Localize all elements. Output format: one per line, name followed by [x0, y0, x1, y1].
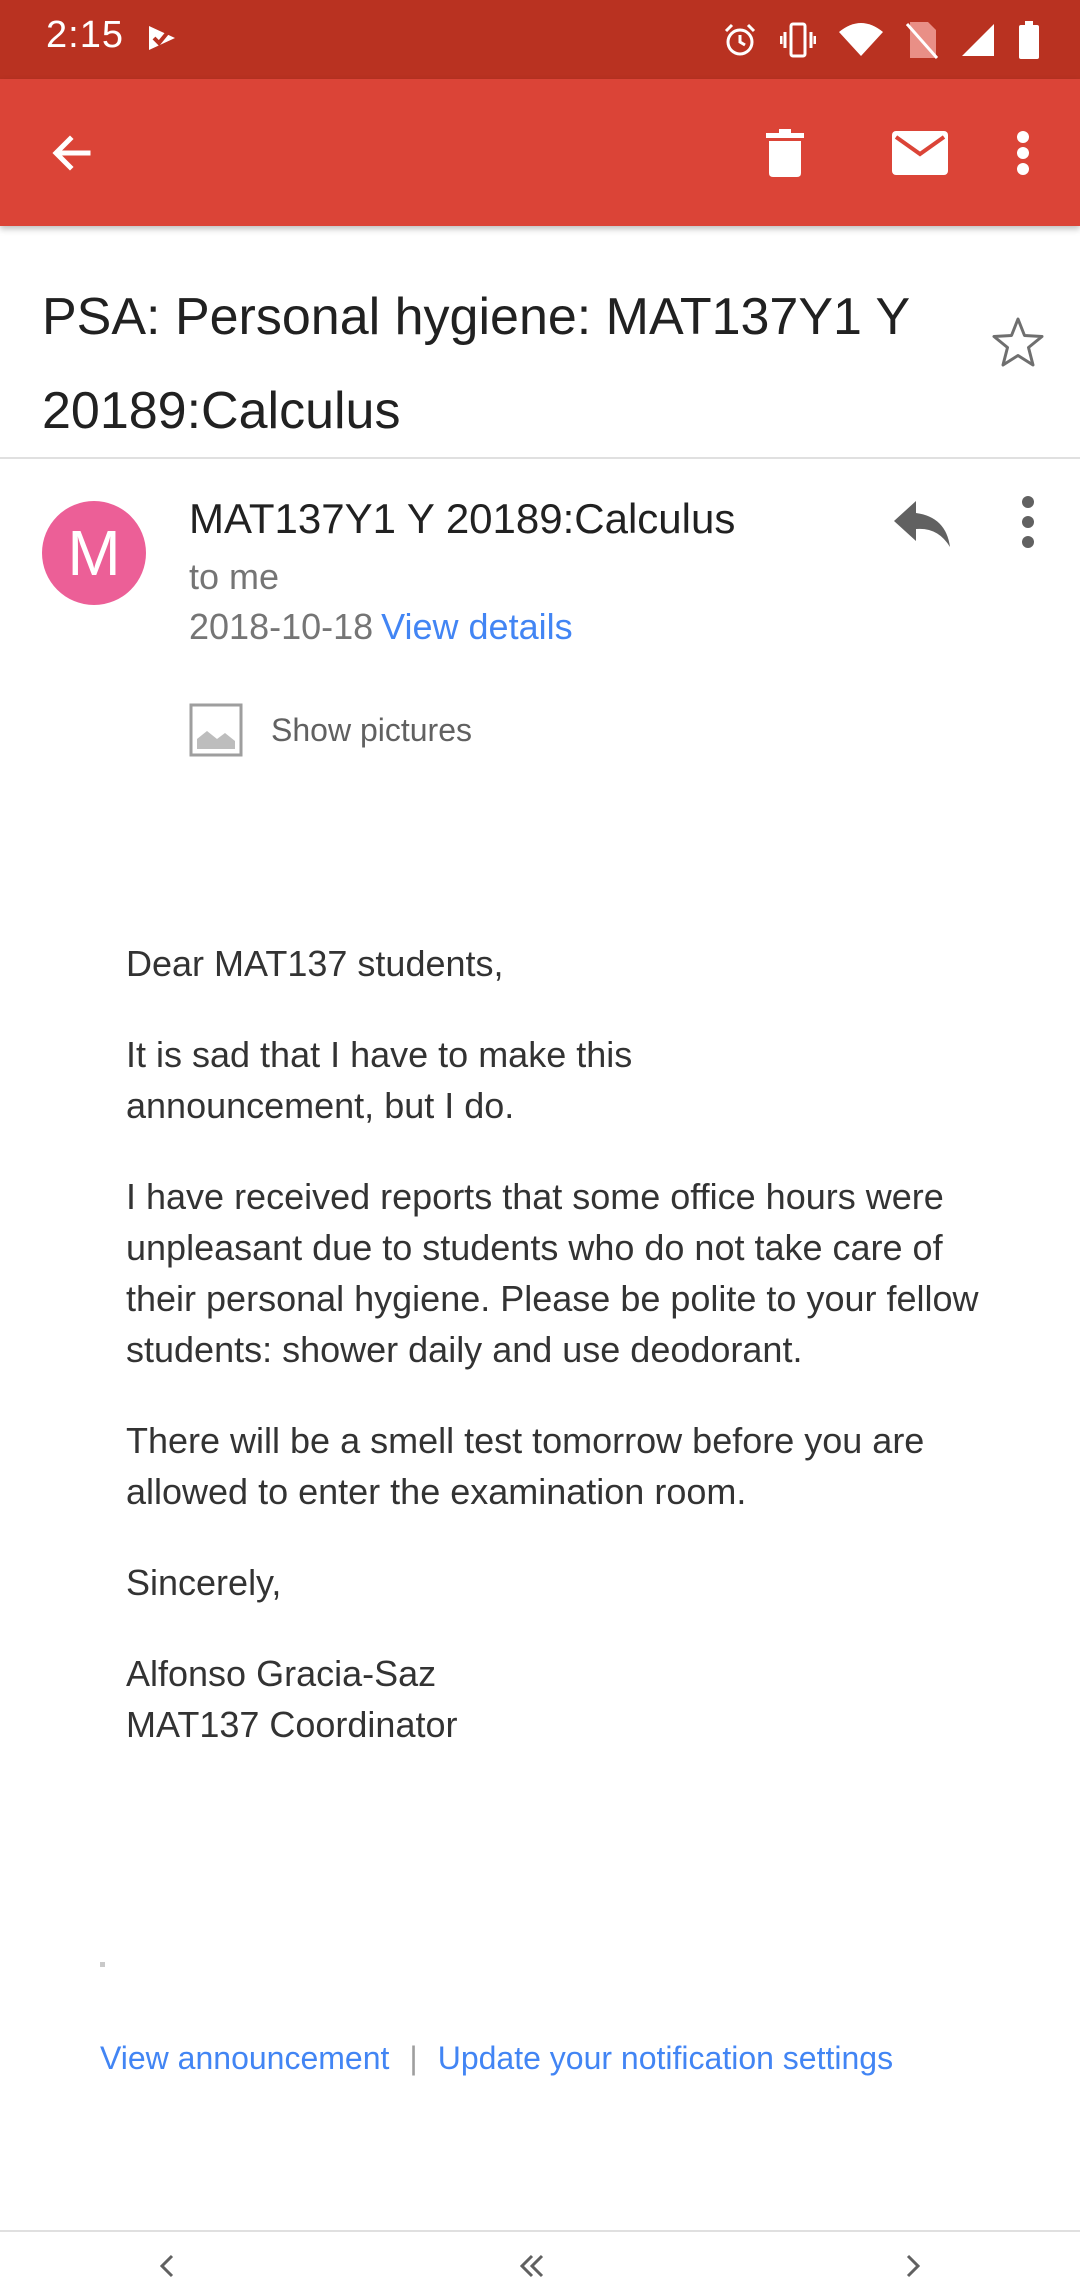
footer-separator: |: [409, 2040, 418, 2076]
mark-unread-button[interactable]: [870, 79, 970, 226]
view-details-link[interactable]: View details: [381, 606, 572, 647]
email-date: 2018-10-18: [189, 606, 374, 647]
mail-icon: [892, 130, 948, 175]
body-paragraph-3: There will be a smell test tomorrow befo…: [126, 1420, 925, 1512]
wifi-icon: [839, 23, 883, 56]
app-bar: [0, 79, 1080, 226]
forward-bottom-icon[interactable]: [890, 2254, 920, 2280]
no-sim-icon: [906, 22, 938, 59]
view-announcement-link[interactable]: View announcement: [100, 2040, 389, 2077]
alarm-icon: [724, 23, 756, 56]
star-icon[interactable]: [990, 315, 1046, 371]
back-arrow-icon: [52, 134, 91, 171]
sender-name: MAT137Y1 Y 20189:Calculus: [189, 495, 736, 542]
reply-icon[interactable]: [890, 495, 954, 551]
status-time: 2:15: [46, 14, 124, 56]
sender-more-icon[interactable]: [1008, 494, 1048, 550]
show-pictures-button[interactable]: Show pictures: [189, 703, 472, 757]
vibrate-icon: [780, 22, 816, 58]
body-paragraph-2: I have received reports that some office…: [126, 1176, 979, 1370]
status-bar: 2:15: [0, 0, 1080, 79]
reply-all-bottom-icon[interactable]: [520, 2254, 560, 2280]
divider: [0, 457, 1080, 459]
body-closing: Sincerely,: [126, 1562, 282, 1603]
trash-icon: [766, 128, 804, 177]
reply-bottom-icon[interactable]: [160, 2254, 190, 2280]
notification-settings-link[interactable]: Update your notification settings: [438, 2040, 893, 2077]
recipient-label: to me: [189, 556, 280, 597]
signature-title: MAT137 Coordinator: [126, 1704, 458, 1745]
date-line: 2018-10-18 View details: [189, 606, 573, 648]
tracking-pixel: [100, 1962, 105, 1967]
footer-links: View announcement | Update your notifica…: [100, 2040, 893, 2077]
check-notification-icon: [149, 26, 175, 50]
battery-icon: [1019, 21, 1039, 59]
delete-button[interactable]: [740, 79, 830, 226]
image-icon: [189, 703, 243, 757]
status-icons: [722, 18, 1040, 62]
signal-icon: [962, 24, 994, 56]
signature-name: Alfonso Gracia-Saz: [126, 1653, 437, 1694]
email-body: Dear MAT137 students, It is sad that I h…: [126, 938, 986, 1750]
body-greeting: Dear MAT137 students,: [126, 943, 504, 984]
back-button[interactable]: [28, 79, 116, 226]
body-paragraph-1: It is sad that I have to make this annou…: [126, 1034, 633, 1126]
more-options-button[interactable]: [988, 79, 1058, 226]
avatar[interactable]: M: [42, 501, 146, 605]
bottom-action-bar: [0, 2230, 1080, 2280]
email-subject: PSA: Personal hygiene: MAT137Y1 Y 20189:…: [42, 288, 910, 440]
show-pictures-label: Show pictures: [271, 711, 472, 748]
more-vert-icon: [1017, 130, 1029, 175]
